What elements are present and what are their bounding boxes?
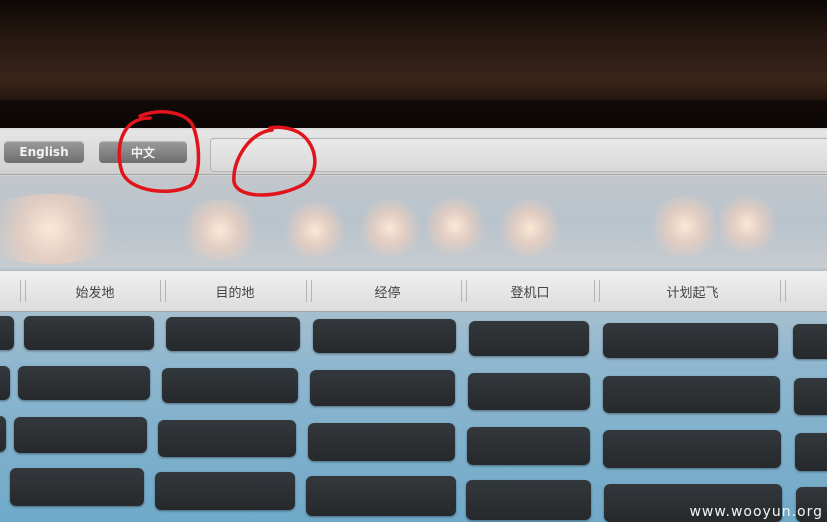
table-cell [313, 319, 456, 353]
column-header-gate: 登机口 [510, 286, 550, 301]
column-separator [20, 280, 26, 302]
light-glare [495, 200, 565, 256]
table-cell [18, 366, 150, 400]
light-glare [175, 200, 265, 260]
table-cell [310, 370, 455, 406]
table-cell [166, 317, 300, 351]
light-glare [420, 198, 490, 254]
watermark-text: www.wooyun.org [689, 504, 823, 520]
monitor-bezel [0, 0, 827, 108]
table-cell [24, 316, 154, 350]
table-cell [794, 378, 827, 415]
column-separator [780, 280, 786, 302]
light-glare [0, 194, 130, 264]
light-glare [712, 196, 782, 252]
table-cell [603, 323, 778, 358]
table-cell [155, 472, 295, 510]
chinese-button[interactable]: 中文 [99, 141, 187, 163]
table-cell [158, 420, 296, 457]
table-cell [795, 433, 827, 471]
english-button[interactable]: English [4, 141, 84, 163]
table-cell [466, 480, 591, 520]
column-separator [594, 280, 600, 302]
monitor-bezel-edge [0, 100, 827, 130]
column-separator [160, 280, 166, 302]
column-header-scheduled-departure: 计划起飞 [666, 286, 719, 301]
table-cell [162, 368, 298, 403]
light-glare [280, 202, 350, 258]
language-bar-input[interactable] [210, 138, 827, 172]
table-cell [14, 417, 147, 453]
table-cell [469, 321, 589, 356]
table-cell [10, 468, 144, 506]
table-cell [603, 376, 780, 413]
table-cell [0, 366, 10, 400]
column-separator [306, 280, 312, 302]
column-header-destination: 目的地 [215, 286, 255, 301]
table-cell [0, 316, 14, 350]
table-cell [467, 427, 590, 465]
column-separator [461, 280, 467, 302]
table-cell [0, 416, 6, 452]
column-header-origin: 始发地 [75, 286, 115, 301]
table-cell [468, 373, 590, 410]
table-cell [793, 324, 827, 359]
column-header-stopover: 经停 [374, 286, 401, 301]
table-cell [603, 430, 781, 468]
banner-area [0, 176, 827, 268]
table-cell [308, 423, 455, 461]
table-cell [306, 476, 456, 516]
light-glare [355, 200, 425, 256]
